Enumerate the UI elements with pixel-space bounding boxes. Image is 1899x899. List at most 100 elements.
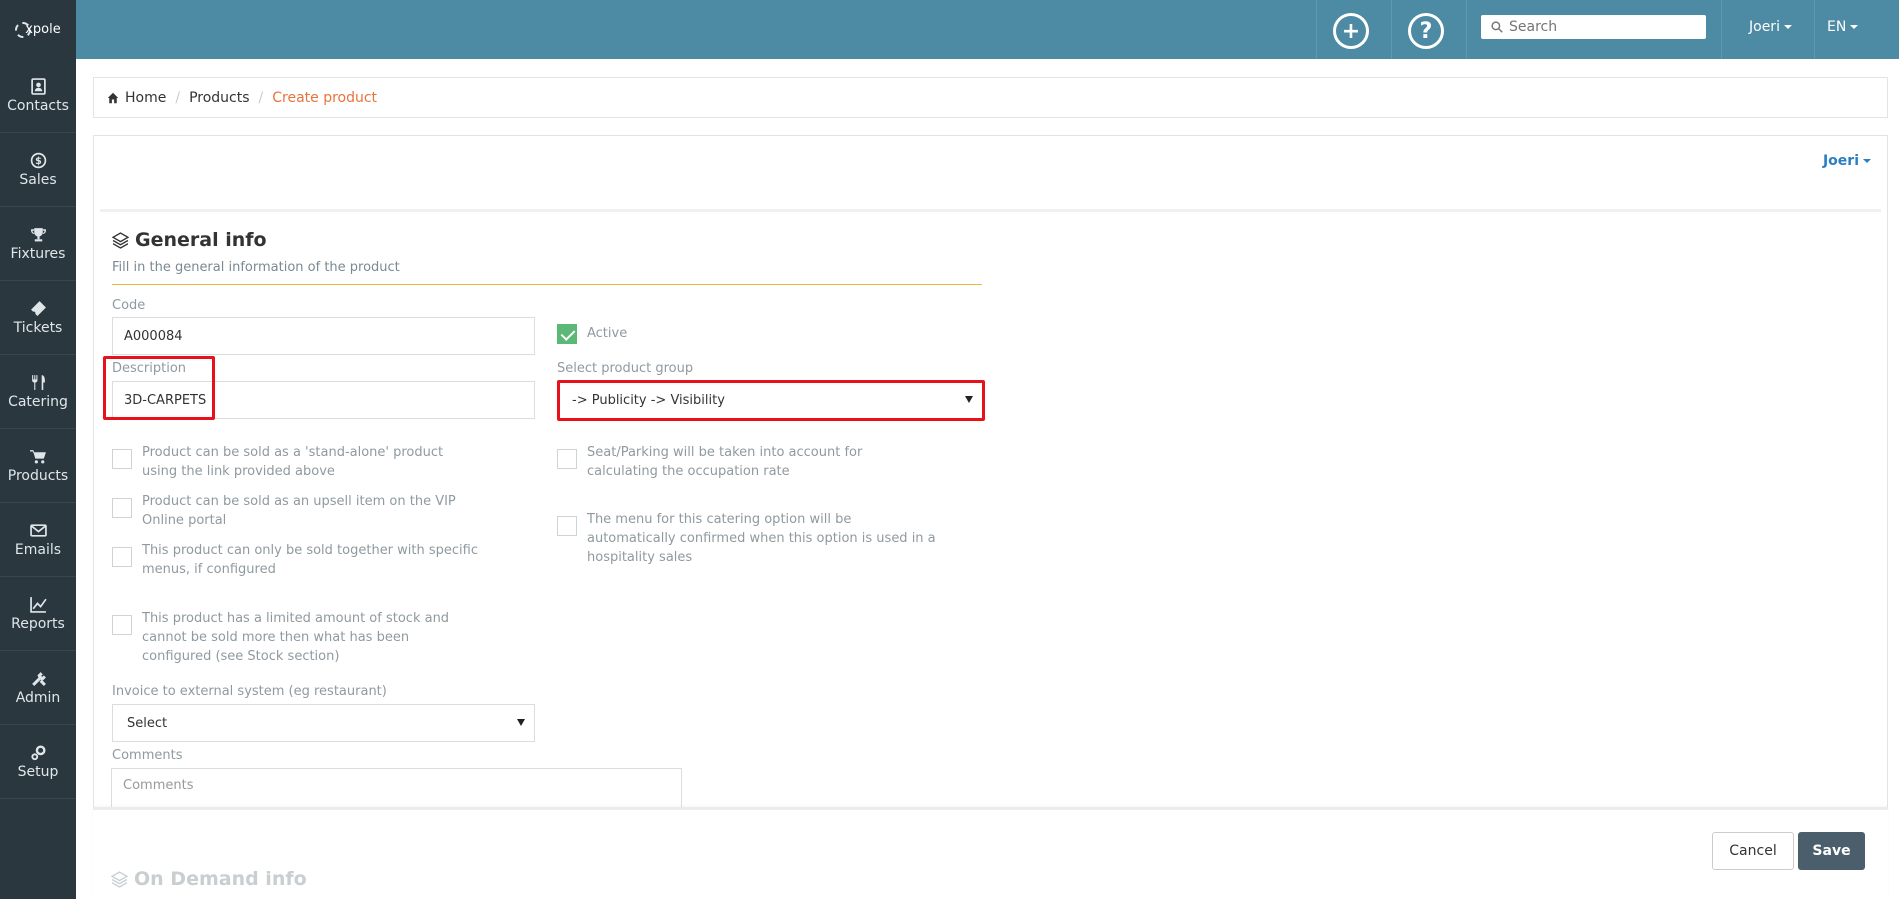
section-title-on-demand: On Demand info bbox=[111, 868, 307, 890]
logo-text: xpole bbox=[25, 22, 61, 37]
search-box[interactable] bbox=[1481, 15, 1706, 39]
svg-text:$: $ bbox=[35, 156, 42, 167]
product-group-select[interactable]: -> Publicity -> Visibility bbox=[557, 381, 983, 419]
sidebar-item-label: Products bbox=[7, 467, 69, 484]
menus-only-checkbox[interactable] bbox=[112, 547, 132, 567]
sidebar-item-emails[interactable]: Emails bbox=[0, 503, 76, 577]
sidebar-item-reports[interactable]: Reports bbox=[0, 577, 76, 651]
search-icon bbox=[1491, 21, 1503, 33]
limited-stock-checkbox[interactable] bbox=[112, 615, 132, 635]
language-menu[interactable]: EN bbox=[1827, 19, 1859, 35]
contacts-icon bbox=[29, 78, 47, 96]
sidebar-item-label: Sales bbox=[19, 171, 57, 188]
question-circle-icon: ? bbox=[1419, 18, 1433, 44]
cancel-button[interactable]: Cancel bbox=[1712, 832, 1794, 870]
dollar-icon: $ bbox=[29, 152, 47, 170]
save-button[interactable]: Save bbox=[1798, 832, 1865, 870]
home-icon bbox=[107, 92, 119, 103]
envelope-icon bbox=[29, 522, 47, 540]
product-group-label: Select product group bbox=[557, 361, 694, 376]
sidebar-item-label: Reports bbox=[11, 615, 65, 632]
breadcrumb-products[interactable]: Products bbox=[189, 90, 249, 106]
language-code: EN bbox=[1827, 19, 1847, 35]
layers-icon bbox=[111, 870, 128, 888]
breadcrumb-current: Create product bbox=[272, 89, 378, 106]
sidebar-item-sales[interactable]: $ Sales bbox=[0, 133, 76, 207]
occupation-checkbox[interactable] bbox=[557, 449, 577, 469]
cart-icon bbox=[29, 448, 47, 466]
topbar: + ? Joeri EN bbox=[76, 0, 1899, 59]
standalone-checkbox[interactable] bbox=[112, 449, 132, 469]
tools-icon bbox=[29, 670, 47, 688]
description-label: Description bbox=[112, 361, 187, 376]
topbar-divider bbox=[1316, 0, 1317, 59]
layers-icon bbox=[112, 231, 129, 249]
chart-icon bbox=[29, 596, 47, 614]
dropdown-arrow-icon bbox=[965, 396, 973, 403]
occupation-label: Seat/Parking will be taken into account … bbox=[587, 445, 863, 479]
invoice-select[interactable]: Select bbox=[112, 704, 535, 742]
user-name: Joeri bbox=[1749, 19, 1780, 35]
owner-name: Joeri bbox=[1822, 153, 1859, 169]
sidebar-item-label: Emails bbox=[14, 541, 62, 558]
topbar-divider bbox=[1721, 0, 1722, 59]
breadcrumb: Home / Products / Create product bbox=[93, 77, 1888, 118]
plus-circle-icon: + bbox=[1341, 18, 1361, 44]
section-title-text: General info bbox=[135, 229, 267, 251]
menus-only-label: This product can only be sold together w… bbox=[142, 543, 478, 577]
cogs-icon bbox=[29, 744, 47, 762]
app-logo[interactable]: xpole bbox=[0, 0, 76, 59]
section-title-text: On Demand info bbox=[134, 868, 307, 890]
sidebar-item-label: Tickets bbox=[13, 319, 63, 336]
sidebar-item-products[interactable]: Products bbox=[0, 429, 76, 503]
sidebar-item-setup[interactable]: Setup bbox=[0, 725, 76, 799]
description-value: 3D-CARPETS bbox=[124, 392, 207, 408]
breadcrumb-home[interactable]: Home bbox=[125, 90, 166, 106]
sidebar-item-admin[interactable]: Admin bbox=[0, 651, 76, 725]
chevron-down-icon bbox=[1863, 159, 1871, 163]
invoice-label: Invoice to external system (eg restauran… bbox=[112, 684, 387, 699]
trophy-icon bbox=[29, 226, 47, 244]
topbar-divider bbox=[1466, 0, 1467, 59]
sidebar-item-label: Admin bbox=[15, 689, 61, 706]
breadcrumb-separator: / bbox=[258, 89, 264, 106]
chevron-down-icon bbox=[1850, 25, 1859, 29]
sidebar-item-label: Contacts bbox=[7, 97, 69, 114]
help-button[interactable]: ? bbox=[1408, 13, 1444, 49]
ticket-icon bbox=[29, 300, 47, 318]
owner-dropdown[interactable]: Joeri bbox=[1823, 153, 1871, 169]
menu-confirm-label: The menu for this catering option will b… bbox=[587, 512, 936, 565]
standalone-label: Product can be sold as a 'stand-alone' p… bbox=[142, 445, 444, 479]
description-field[interactable]: 3D-CARPETS bbox=[112, 381, 535, 419]
upsell-checkbox[interactable] bbox=[112, 498, 132, 518]
section-subtitle: Fill in the general information of the p… bbox=[112, 260, 400, 275]
product-group-value: -> Publicity -> Visibility bbox=[572, 392, 725, 408]
active-checkbox[interactable] bbox=[557, 324, 577, 344]
limited-stock-label: This product has a limited amount of sto… bbox=[142, 611, 450, 664]
comments-placeholder: Comments bbox=[123, 778, 194, 793]
sidebar-item-label: Setup bbox=[17, 763, 59, 780]
section-title-general-info: General info bbox=[112, 229, 267, 251]
divider bbox=[100, 209, 1881, 212]
sidebar-item-contacts[interactable]: Contacts bbox=[0, 59, 76, 133]
invoice-value: Select bbox=[127, 715, 168, 731]
sidebar-item-label: Catering bbox=[8, 393, 68, 410]
user-menu[interactable]: Joeri bbox=[1749, 19, 1792, 35]
sidebar: xpole Contacts $ Sales Fixtures Tickets … bbox=[0, 0, 76, 899]
add-button[interactable]: + bbox=[1333, 13, 1369, 49]
menu-confirm-checkbox[interactable] bbox=[557, 516, 577, 536]
search-input[interactable] bbox=[1509, 19, 1699, 35]
topbar-divider bbox=[1814, 0, 1815, 59]
code-field[interactable]: A000084 bbox=[112, 317, 535, 355]
dropdown-arrow-icon bbox=[517, 719, 525, 726]
sidebar-item-fixtures[interactable]: Fixtures bbox=[0, 207, 76, 281]
topbar-divider bbox=[1391, 0, 1392, 59]
sidebar-item-catering[interactable]: Catering bbox=[0, 355, 76, 429]
sidebar-item-tickets[interactable]: Tickets bbox=[0, 281, 76, 355]
active-label: Active bbox=[587, 326, 628, 341]
comments-label: Comments bbox=[112, 748, 183, 763]
upsell-label: Product can be sold as an upsell item on… bbox=[142, 494, 456, 528]
section-underline bbox=[112, 284, 982, 285]
code-label: Code bbox=[112, 298, 146, 313]
cutlery-icon bbox=[29, 374, 47, 392]
